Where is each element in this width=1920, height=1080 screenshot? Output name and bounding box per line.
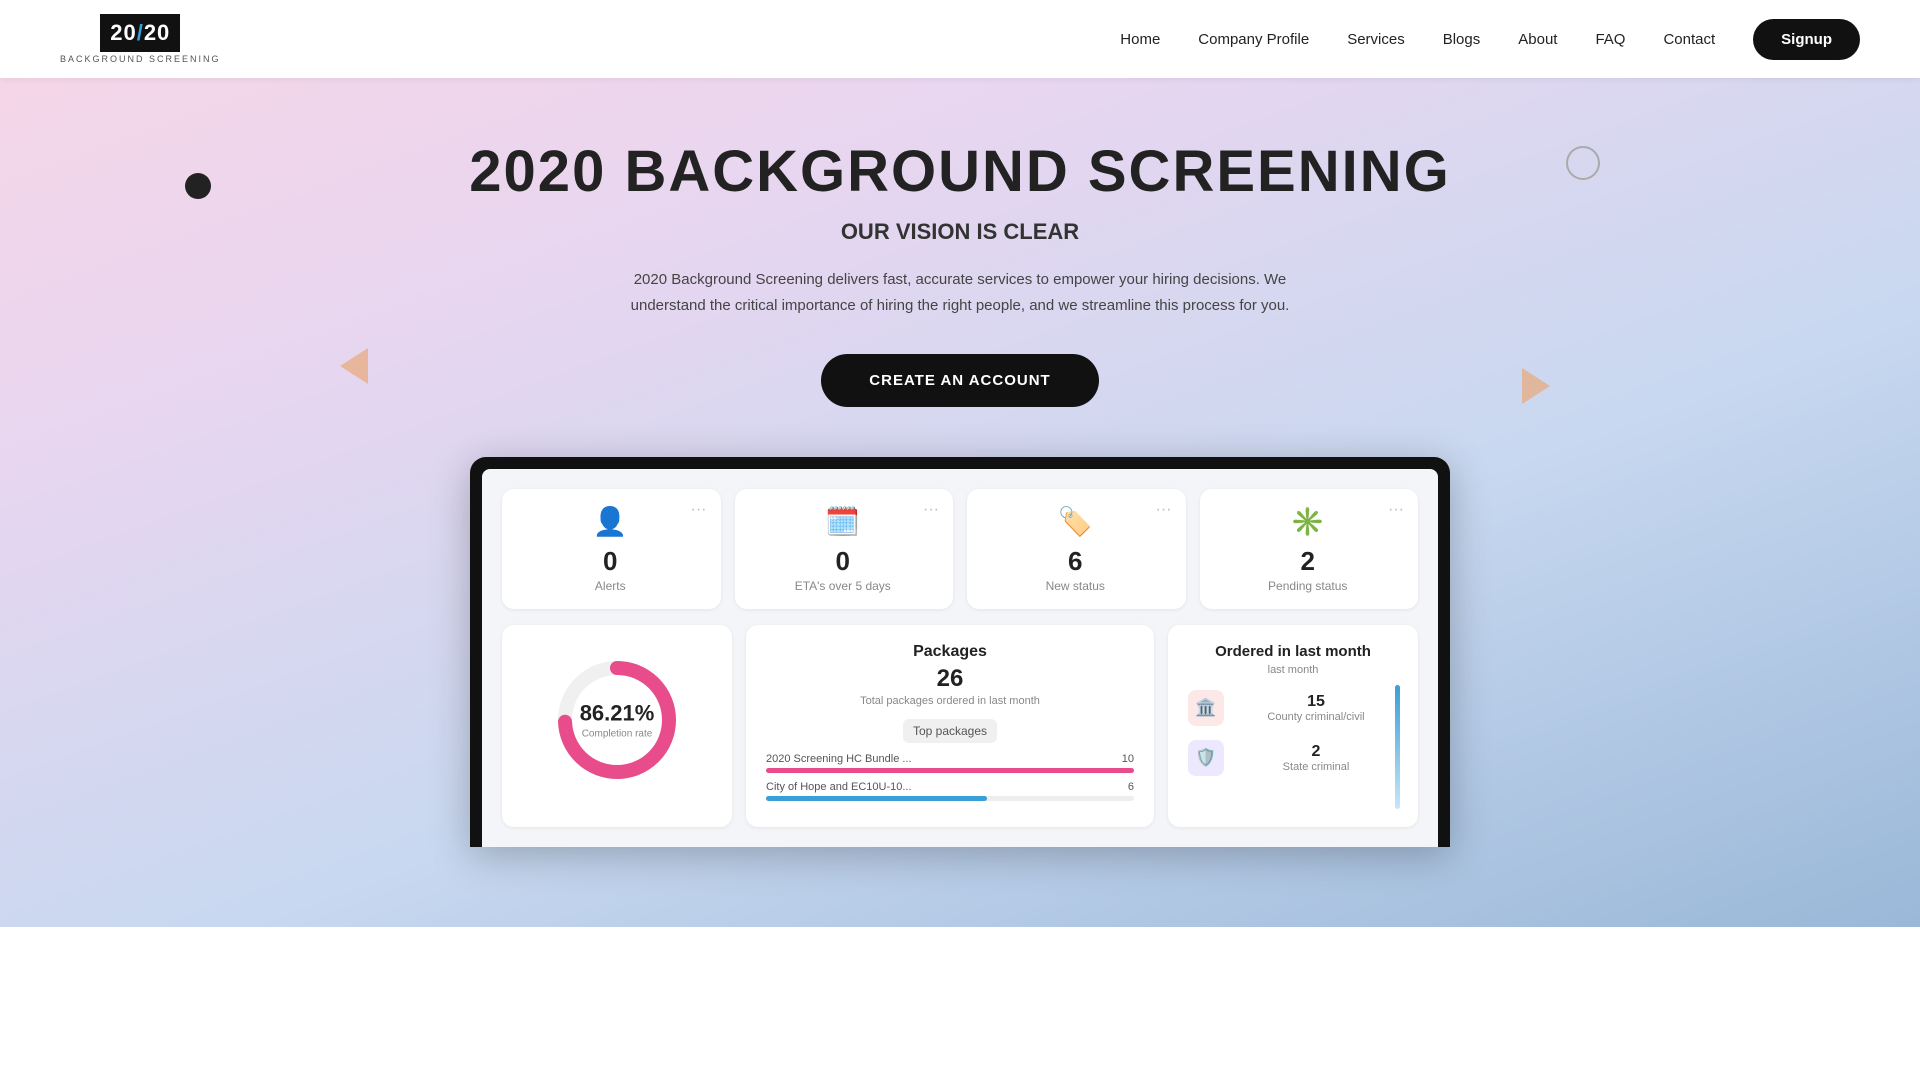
donut-percentage: 86.21% (580, 701, 655, 727)
more-options-eta[interactable]: ··· (923, 501, 939, 519)
signup-button[interactable]: Signup (1753, 19, 1860, 60)
ordered-card: Ordered in last month last month 🏛️ 15 C… (1168, 625, 1418, 827)
bottom-row: 86.21% Completion rate Packages 26 Total… (502, 625, 1418, 827)
packages-card: Packages 26 Total packages ordered in la… (746, 625, 1154, 827)
nav-about[interactable]: About (1518, 31, 1557, 48)
package-bar-1: 2020 Screening HC Bundle ... 10 (766, 753, 1134, 773)
pkg-bar-fill-2 (766, 796, 987, 801)
deco-triangle-right (1522, 368, 1550, 404)
pkg-bar-label-2: City of Hope and EC10U-10... (766, 781, 912, 793)
alerts-label: Alerts (520, 579, 701, 593)
deco-circle (1566, 146, 1600, 180)
ordered-sub: last month (1188, 664, 1398, 676)
package-bar-2: City of Hope and EC10U-10... 6 (766, 781, 1134, 801)
new-status-num: 6 (985, 546, 1166, 577)
hero-title: 2020 BACKGROUND SCREENING (469, 138, 1450, 205)
dashboard-frame: ··· 👤 0 Alerts ··· 🗓️ 0 ETA's over 5 day… (470, 457, 1450, 847)
eta-icon: 🗓️ (753, 505, 934, 538)
nav-faq[interactable]: FAQ (1595, 31, 1625, 48)
ordered-icon-county: 🏛️ (1188, 690, 1224, 726)
dashboard-inner: ··· 👤 0 Alerts ··· 🗓️ 0 ETA's over 5 day… (482, 469, 1438, 847)
stat-cards: ··· 👤 0 Alerts ··· 🗓️ 0 ETA's over 5 day… (502, 489, 1418, 609)
more-options-alerts[interactable]: ··· (691, 501, 707, 519)
nav-services[interactable]: Services (1347, 31, 1405, 48)
pkg-bar-fill-1 (766, 768, 1134, 773)
hero-body: 2020 Background Screening delivers fast,… (610, 267, 1310, 318)
stat-card-alerts: ··· 👤 0 Alerts (502, 489, 721, 609)
nav-company-profile[interactable]: Company Profile (1198, 31, 1309, 48)
packages-sub: Total packages ordered in last month (766, 695, 1134, 707)
new-status-icon: 🏷️ (985, 505, 1166, 538)
ordered-county-name: County criminal/civil (1234, 711, 1398, 723)
donut-label: Completion rate (580, 729, 655, 740)
stat-card-eta: ··· 🗓️ 0 ETA's over 5 days (735, 489, 954, 609)
pkg-bar-val-1: 10 (1122, 753, 1134, 765)
eta-label: ETA's over 5 days (753, 579, 934, 593)
logo-slash: / (137, 20, 144, 46)
alerts-icon: 👤 (520, 505, 701, 538)
ordered-item-2: 🛡️ 2 State criminal (1188, 740, 1398, 776)
ordered-bar-line (1395, 685, 1400, 809)
pkg-bar-val-2: 6 (1128, 781, 1134, 793)
ordered-icon-state: 🛡️ (1188, 740, 1224, 776)
nav-home[interactable]: Home (1120, 31, 1160, 48)
hero-subtitle: OUR VISION IS CLEAR (841, 219, 1079, 245)
new-status-label: New status (985, 579, 1166, 593)
alerts-num: 0 (520, 546, 701, 577)
ordered-title: Ordered in last month (1188, 643, 1398, 660)
ordered-state-name: State criminal (1234, 761, 1398, 773)
ordered-county-num: 15 (1234, 693, 1398, 711)
logo-text-2: 20 (144, 20, 170, 46)
deco-dot (185, 173, 211, 199)
ordered-item-1: 🏛️ 15 County criminal/civil (1188, 690, 1398, 726)
pending-status-label: Pending status (1218, 579, 1399, 593)
ordered-state-num: 2 (1234, 743, 1398, 761)
nav-blogs[interactable]: Blogs (1443, 31, 1481, 48)
navbar: 20 / 20 BACKGROUND SCREENING Home Compan… (0, 0, 1920, 78)
donut-card: 86.21% Completion rate (502, 625, 732, 827)
logo: 20 / 20 BACKGROUND SCREENING (60, 14, 221, 64)
eta-num: 0 (753, 546, 934, 577)
stat-card-new-status: ··· 🏷️ 6 New status (967, 489, 1186, 609)
packages-title: Packages (766, 643, 1134, 661)
deco-triangle-left (340, 348, 368, 384)
nav-links: Home Company Profile Services Blogs Abou… (1120, 19, 1860, 60)
donut-chart: 86.21% Completion rate (552, 655, 682, 785)
pending-status-num: 2 (1218, 546, 1399, 577)
packages-count: 26 (766, 665, 1134, 693)
logo-text-1: 20 (110, 20, 136, 46)
create-account-button[interactable]: CREATE AN ACCOUNT (821, 354, 1098, 407)
logo-subtitle: BACKGROUND SCREENING (60, 54, 221, 64)
hero-section: 2020 BACKGROUND SCREENING OUR VISION IS … (0, 78, 1920, 927)
pending-status-icon: ✳️ (1218, 505, 1399, 538)
nav-contact[interactable]: Contact (1663, 31, 1715, 48)
more-options-new-status[interactable]: ··· (1156, 501, 1172, 519)
stat-card-pending-status: ··· ✳️ 2 Pending status (1200, 489, 1419, 609)
pkg-bar-label-1: 2020 Screening HC Bundle ... (766, 753, 912, 765)
more-options-pending-status[interactable]: ··· (1388, 501, 1404, 519)
packages-top-label: Top packages (903, 719, 997, 743)
